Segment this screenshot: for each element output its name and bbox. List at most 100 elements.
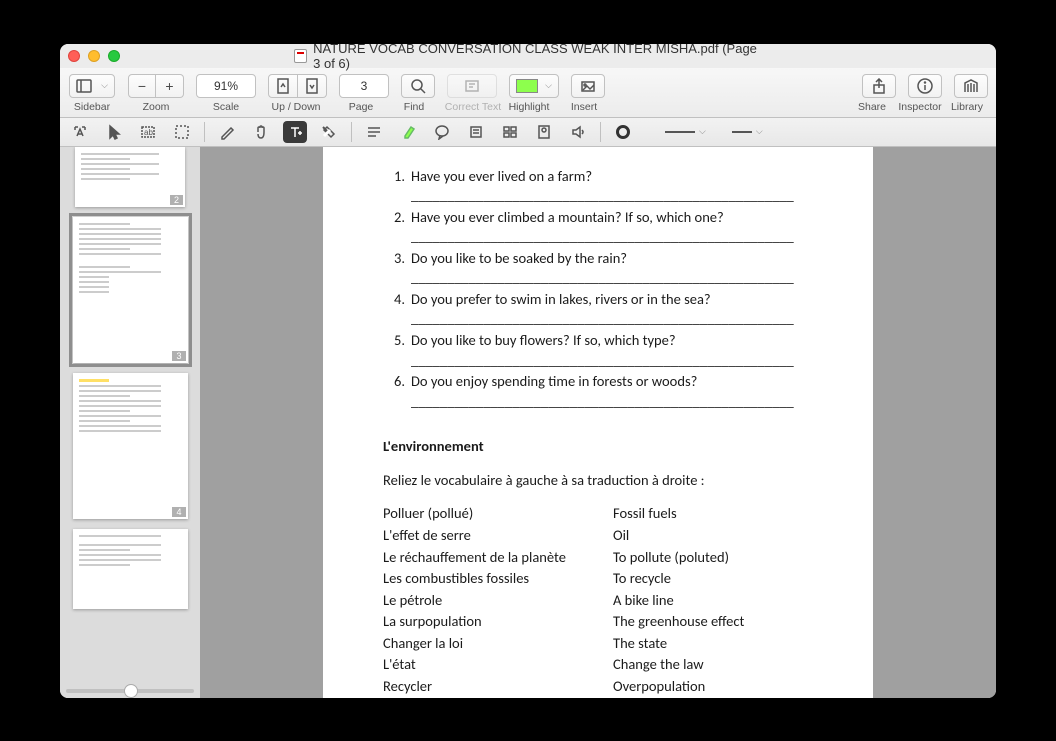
q-num: 3. — [383, 249, 405, 288]
page-up-button[interactable] — [268, 74, 298, 98]
highlight-color-swatch — [516, 79, 538, 93]
thumbnail-page-number: 2 — [170, 195, 183, 205]
thumbnail-page-5[interactable] — [73, 529, 188, 609]
minimize-window-button[interactable] — [88, 50, 100, 62]
vocab-item: Fossil fuels — [613, 504, 843, 524]
area-select-tool[interactable]: ab — [136, 121, 160, 143]
label-scale: Scale — [196, 101, 256, 113]
updown-group — [268, 74, 327, 98]
sound-tool[interactable] — [566, 121, 590, 143]
pointer-tool[interactable] — [102, 121, 126, 143]
answer-blank: ________________________________________… — [411, 309, 794, 327]
vocab-item: Overpopulation — [613, 677, 843, 697]
highlighter-tool[interactable] — [396, 121, 420, 143]
q-text: Do you enjoy spending time in forests or… — [411, 372, 697, 390]
vocab-item: Oil — [613, 526, 843, 546]
text-select-tool[interactable] — [68, 121, 92, 143]
speech-bubble-icon — [434, 124, 450, 140]
answer-blank: ________________________________________… — [411, 392, 794, 410]
thumbnail-sidebar[interactable]: 2 3 4 — [60, 147, 200, 698]
stamp-tool[interactable] — [532, 121, 556, 143]
titlebar: NATURE VOCAB CONVERSATION CLASS WEAK INT… — [60, 44, 996, 68]
find-button[interactable] — [401, 74, 435, 98]
vocab-left-column: Polluer (pollué) L'effet de serre Le réc… — [383, 504, 613, 697]
page-number-field[interactable]: 3 — [339, 74, 389, 98]
line-spacing-tool[interactable] — [362, 121, 386, 143]
comment-tool[interactable] — [430, 121, 454, 143]
stamp-icon — [536, 124, 552, 140]
hand-tool[interactable] — [249, 121, 273, 143]
zoom-group: − + — [128, 74, 184, 98]
vocab-item: Recycler — [383, 677, 613, 697]
vocab-right-column: Fossil fuels Oil To pollute (poluted) To… — [613, 504, 843, 697]
insert-button[interactable] — [571, 74, 605, 98]
page-up-icon — [275, 78, 291, 94]
note-icon — [468, 124, 484, 140]
q-text: Have you ever climbed a mountain? If so,… — [411, 208, 724, 226]
eraser-icon — [321, 124, 337, 140]
label-insert: Insert — [566, 101, 602, 113]
thumbnail-page-2[interactable]: 2 — [75, 147, 185, 207]
correct-text-button — [447, 74, 497, 98]
thumbnail-page-3[interactable]: 3 — [73, 217, 188, 363]
document-view[interactable]: 1.Have you ever lived on a farm?________… — [200, 147, 996, 698]
text-tool-icon — [287, 124, 303, 140]
arrow-cursor-icon — [106, 124, 122, 140]
marquee-tool[interactable] — [170, 121, 194, 143]
answer-blank: ________________________________________… — [411, 227, 794, 245]
section-heading: L'environnement — [383, 437, 843, 457]
label-page: Page — [336, 101, 386, 113]
close-window-button[interactable] — [68, 50, 80, 62]
svg-text:ab: ab — [144, 128, 153, 137]
label-zoom: Zoom — [128, 101, 184, 113]
q-num: 4. — [383, 290, 405, 329]
app-window: NATURE VOCAB CONVERSATION CLASS WEAK INT… — [60, 44, 996, 698]
zoom-window-button[interactable] — [108, 50, 120, 62]
label-inspector: Inspector — [894, 101, 946, 113]
q-num: 6. — [383, 372, 405, 411]
q-num: 2. — [383, 208, 405, 247]
speaker-icon — [570, 124, 586, 140]
line-end-selector[interactable]: ⌵ — [732, 126, 763, 137]
vocab-item: L'effet de serre — [383, 526, 613, 546]
main-toolbar: ⌵ − + 91% 3 ⌵ — [60, 68, 996, 118]
page-down-button[interactable] — [298, 74, 327, 98]
pencil-tool[interactable] — [215, 121, 239, 143]
search-icon — [410, 78, 426, 94]
note-tool[interactable] — [464, 121, 488, 143]
q-text: Do you like to be soaked by the rain? — [411, 249, 627, 267]
sidebar-scrollbar[interactable] — [66, 686, 194, 696]
sidebar-toggle-button[interactable]: ⌵ — [69, 74, 115, 98]
zoom-out-button[interactable]: − — [128, 74, 156, 98]
thumbnail-page-number: 4 — [172, 507, 185, 517]
library-button[interactable] — [954, 74, 988, 98]
label-highlight: Highlight — [504, 101, 554, 113]
vocab-item: Change the law — [613, 655, 843, 675]
info-icon — [917, 78, 933, 94]
stroke-color-button[interactable] — [611, 121, 635, 143]
form-tool[interactable] — [498, 121, 522, 143]
thumbnail-page-4[interactable]: 4 — [73, 373, 188, 519]
vocab-item: Polluer (pollué) — [383, 504, 613, 524]
share-icon — [871, 78, 887, 94]
zoom-in-button[interactable]: + — [156, 74, 184, 98]
marquee-icon — [174, 124, 190, 140]
line-style-selector[interactable]: ⌵ — [665, 126, 706, 137]
vocab-item: A bike line — [613, 591, 843, 611]
label-find: Find — [398, 101, 430, 113]
text-tool[interactable] — [283, 121, 307, 143]
eraser-tool[interactable] — [317, 121, 341, 143]
inspector-button[interactable] — [908, 74, 942, 98]
scale-field[interactable]: 91% — [196, 74, 256, 98]
answer-blank: ________________________________________… — [411, 351, 794, 369]
share-button[interactable] — [862, 74, 896, 98]
insert-icon — [580, 78, 596, 94]
page-content: 1.Have you ever lived on a farm?________… — [323, 147, 873, 698]
document-icon — [294, 49, 307, 63]
area-select-icon: ab — [140, 124, 156, 140]
vocab-item: La surpopulation — [383, 612, 613, 632]
highlight-button[interactable]: ⌵ — [509, 74, 559, 98]
instruction-text: Reliez le vocabulaire à gauche à sa trad… — [383, 471, 843, 491]
highlighter-icon — [400, 124, 416, 140]
label-sidebar: Sidebar — [68, 101, 116, 113]
